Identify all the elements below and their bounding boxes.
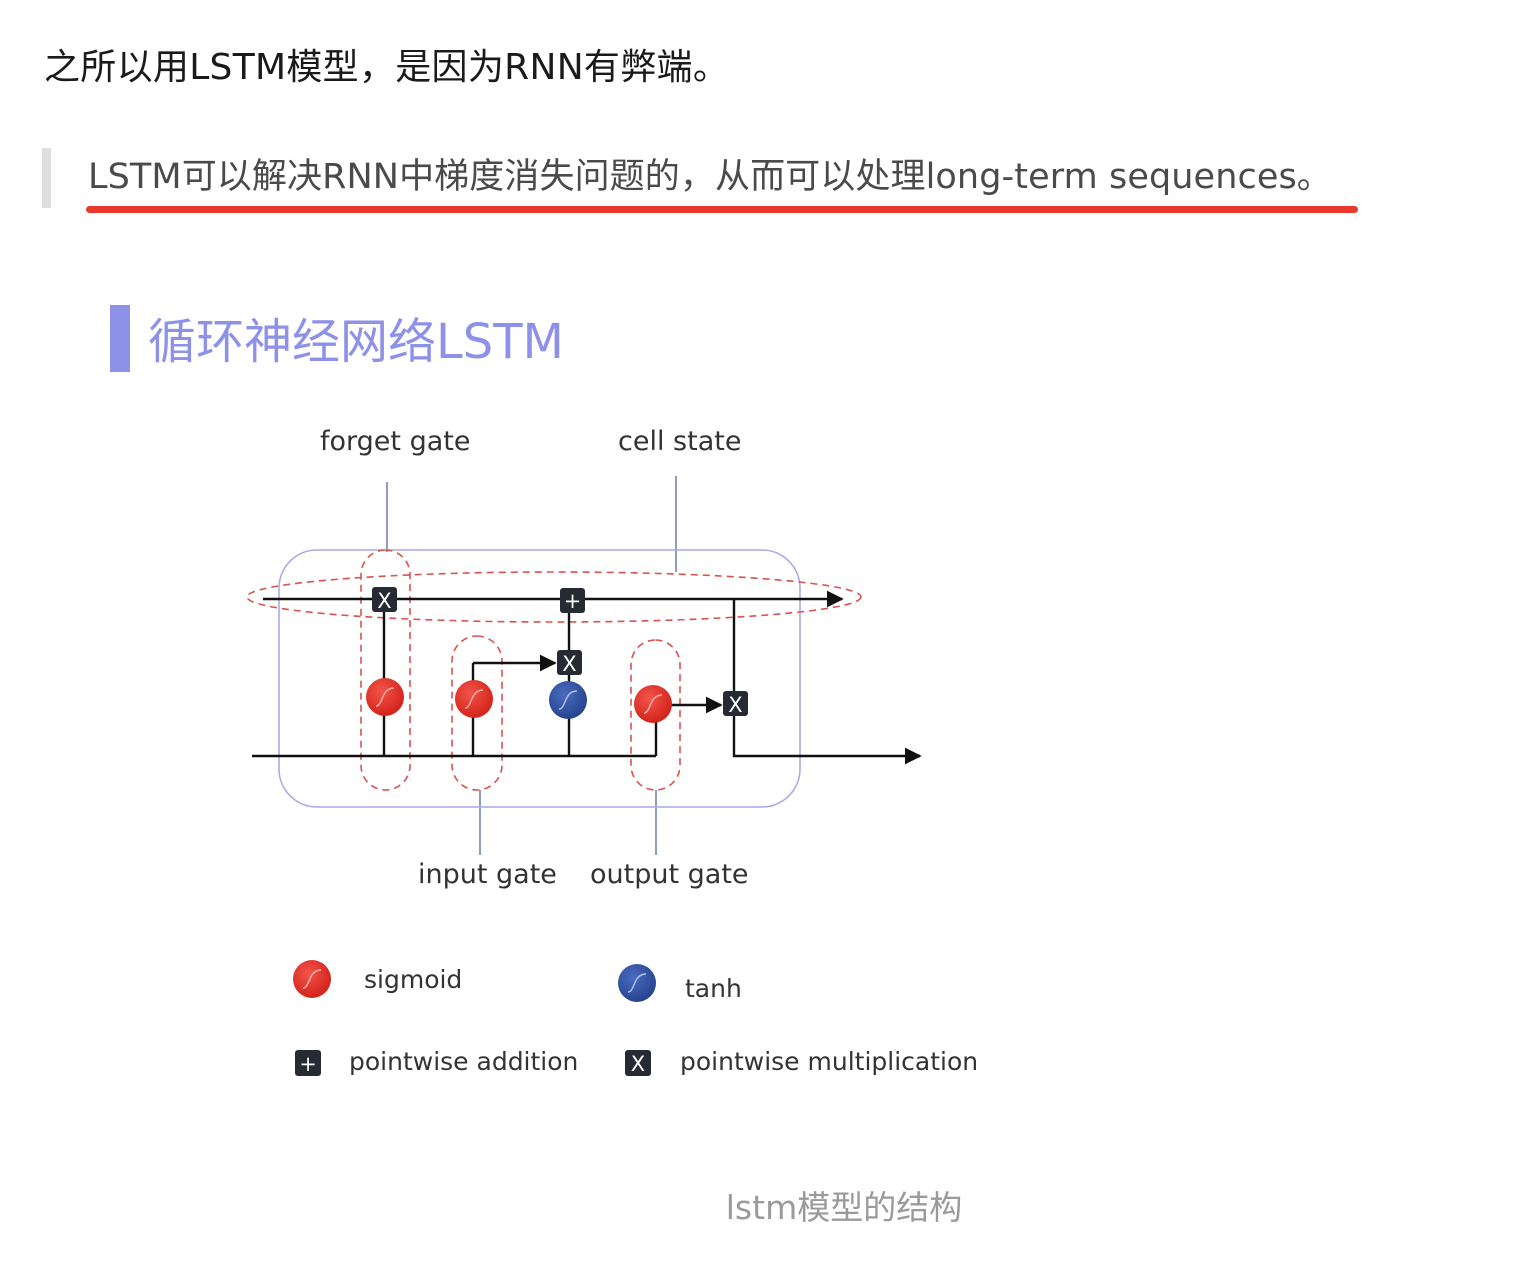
lstm-diagram: 循环神经网络LSTM forget gate cell state input … <box>110 305 978 1076</box>
heading-bar <box>110 305 130 372</box>
legend-multiply-icon: X <box>625 1050 651 1076</box>
candidate-tanh-icon <box>549 681 587 719</box>
legend-tanh-icon <box>618 964 656 1002</box>
cell-add-icon: + <box>560 588 585 613</box>
lstm-cell-box <box>278 549 801 808</box>
forget-multiply-icon: X <box>372 587 397 613</box>
label-cell-state: cell state <box>618 426 741 457</box>
legend-tanh-label: tanh <box>685 974 742 1003</box>
label-input-gate: input gate <box>418 859 557 890</box>
forget-gate-highlight <box>360 549 411 791</box>
svg-text:+: + <box>564 589 582 613</box>
label-forget-gate: forget gate <box>320 426 470 457</box>
legend-multiplication-label: pointwise multiplication <box>680 1047 978 1076</box>
label-output-gate: output gate <box>590 859 749 890</box>
legend-plus-icon: + <box>295 1050 321 1076</box>
legend-sigmoid-icon <box>293 960 331 998</box>
figure-heading: 循环神经网络LSTM <box>148 314 564 370</box>
legend-sigmoid-label: sigmoid <box>364 965 462 994</box>
svg-text:X: X <box>728 693 742 717</box>
input-multiply-icon: X <box>557 650 582 676</box>
legend: sigmoid tanh + pointwise addition X poin… <box>293 960 978 1076</box>
cell-state-highlight <box>246 571 862 623</box>
output-multiply-icon: X <box>723 691 748 717</box>
svg-text:X: X <box>377 589 391 613</box>
svg-text:X: X <box>562 652 576 676</box>
figure-caption: lstm模型的结构 <box>725 1188 963 1227</box>
forget-sigmoid-icon <box>366 678 404 716</box>
output-sigmoid-icon <box>634 685 672 723</box>
lstm-figure: 循环神经网络LSTM forget gate cell state input … <box>0 0 1522 1268</box>
svg-text:+: + <box>299 1052 317 1076</box>
svg-text:X: X <box>631 1052 645 1076</box>
legend-addition-label: pointwise addition <box>349 1047 578 1076</box>
input-sigmoid-icon <box>455 680 493 718</box>
